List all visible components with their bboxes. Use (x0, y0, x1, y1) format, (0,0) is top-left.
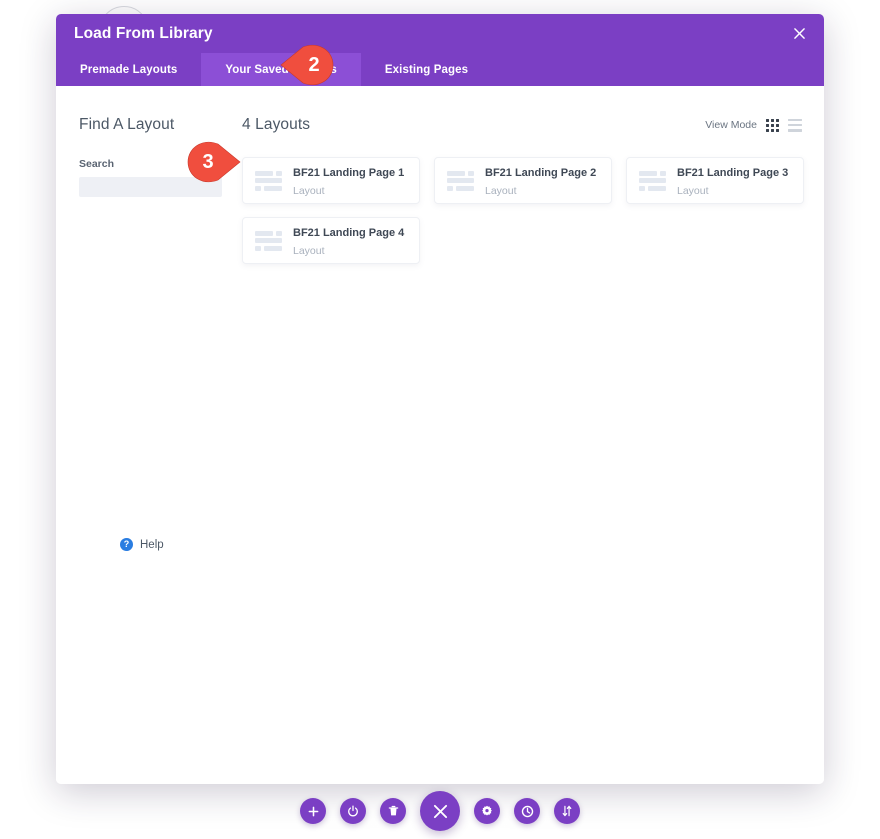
list-item[interactable]: BF21 Landing Page 4 Layout (242, 217, 420, 264)
load-from-library-modal: Load From Library Premade Layouts Your S… (56, 14, 824, 784)
tab-your-saved-layouts[interactable]: Your Saved Layouts (201, 53, 361, 86)
tab-bar: Premade Layouts Your Saved Layouts Exist… (56, 53, 824, 86)
layout-title: BF21 Landing Page 2 (485, 166, 597, 179)
close-icon[interactable] (788, 23, 810, 45)
layout-thumbnail-icon (255, 170, 282, 192)
settings-button[interactable] (474, 798, 500, 824)
layout-subtitle: Layout (485, 184, 517, 197)
search-label: Search (79, 158, 115, 170)
find-a-layout-heading: Find A Layout (79, 116, 175, 133)
view-mode-label: View Mode (705, 119, 757, 131)
grid-view-icon[interactable] (766, 118, 779, 132)
list-item[interactable]: BF21 Landing Page 1 Layout (242, 157, 420, 204)
tab-existing-pages[interactable]: Existing Pages (361, 53, 492, 86)
layout-thumbnail-icon (639, 170, 666, 192)
layouts-count: 4 Layouts (242, 116, 311, 133)
view-mode-switcher: View Mode (705, 118, 802, 132)
help-label: Help (140, 538, 164, 551)
layout-thumbnail-icon (255, 230, 282, 252)
close-builder-button[interactable] (420, 791, 460, 831)
layout-thumbnail-icon (447, 170, 474, 192)
delete-button[interactable] (380, 798, 406, 824)
builder-toolbar (0, 783, 880, 839)
modal-header: Load From Library (56, 14, 824, 53)
tab-premade-layouts[interactable]: Premade Layouts (56, 53, 201, 86)
layout-title: BF21 Landing Page 1 (293, 166, 405, 179)
reorder-button[interactable] (554, 798, 580, 824)
history-button[interactable] (514, 798, 540, 824)
question-mark-icon: ? (120, 538, 133, 551)
layout-title: BF21 Landing Page 3 (677, 166, 789, 179)
add-button[interactable] (300, 798, 326, 824)
modal-body: Find A Layout Search ? Help 4 Layouts Vi… (56, 86, 824, 784)
layout-subtitle: Layout (293, 184, 325, 197)
layouts-grid: BF21 Landing Page 1 Layout BF21 Landing … (242, 157, 804, 264)
list-item[interactable]: BF21 Landing Page 2 Layout (434, 157, 612, 204)
list-view-icon[interactable] (788, 118, 802, 132)
layout-subtitle: Layout (677, 184, 709, 197)
power-button[interactable] (340, 798, 366, 824)
search-input[interactable] (79, 177, 222, 197)
layout-title: BF21 Landing Page 4 (293, 226, 405, 239)
page-title: Load From Library (74, 24, 213, 42)
find-a-layout-pane: Find A Layout Search ? Help (56, 86, 242, 784)
help-link[interactable]: ? Help (120, 538, 164, 551)
list-item[interactable]: BF21 Landing Page 3 Layout (626, 157, 804, 204)
layouts-pane-header: 4 Layouts View Mode (242, 116, 804, 134)
layout-subtitle: Layout (293, 244, 325, 257)
layouts-pane: 4 Layouts View Mode BF21 Landing Page 1 … (242, 86, 824, 784)
